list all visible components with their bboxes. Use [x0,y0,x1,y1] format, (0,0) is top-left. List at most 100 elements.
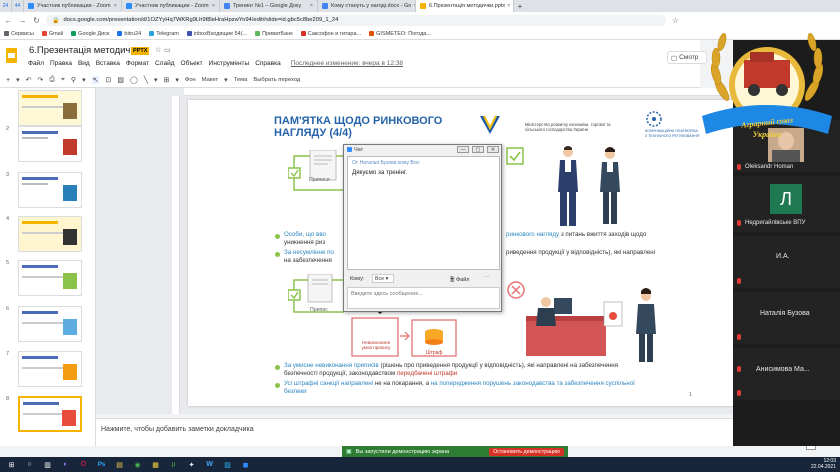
slide-thumbnail[interactable] [18,126,82,162]
comment-icon[interactable]: ⊞ [164,76,170,84]
star-icon[interactable]: ☆ [155,46,161,54]
slide-thumbnail[interactable] [18,306,82,342]
bookmark-item[interactable]: bitru24 [117,31,141,37]
forward-icon[interactable]: → [18,16,27,25]
minimize-button[interactable]: — [457,146,469,153]
bookmark-item[interactable]: GISMETEO: Погода... [369,31,431,37]
dropdown-arrow-icon[interactable]: ▾ [154,76,158,84]
dropdown-arrow-icon[interactable]: ▾ [175,76,179,84]
chrome-icon[interactable]: ◉ [130,459,145,471]
explorer-icon[interactable]: ▤ [112,459,127,471]
move-folder-icon[interactable]: ▭ [164,46,171,54]
participant-tile[interactable] [733,236,840,288]
add-slide-icon[interactable]: + [6,77,10,84]
url-field[interactable]: 🔒 docs.google.com/presentation/d/1OZYyHq7… [46,14,666,26]
photoshop-icon[interactable]: Ps [94,459,109,471]
menu-insert[interactable]: Вставка [96,60,120,67]
redo-icon[interactable]: ↷ [37,76,43,84]
bookmark-item[interactable]: Google Диск [71,31,109,37]
chat-more-button[interactable]: ··· [484,274,490,280]
select-cursor-icon[interactable]: ↖ [91,76,100,84]
close-icon[interactable]: × [210,3,215,9]
paint-format-icon[interactable]: ⌖ [61,76,65,84]
browser-tab-zoom[interactable]: Участник публикации - Zoom × [122,0,220,12]
menu-object[interactable]: Объект [181,60,203,67]
search-icon[interactable]: ○ [22,459,37,471]
participant-tile[interactable] [733,348,840,400]
browser-tab-docs[interactable]: Кому стануть у нагоді.docx - Go× [318,0,416,12]
paragraph-2-end[interactable]: риведення продукції у відповідність), як… [506,249,706,257]
menu-help[interactable]: Справка [255,60,281,67]
layout-button[interactable]: Макет [202,77,218,83]
menu-slide[interactable]: Слайд [155,60,175,67]
chat-message-input[interactable]: Введите здесь сообщение... [347,287,500,309]
print-icon[interactable]: ⎙ [49,76,55,84]
textbox-icon[interactable]: ⊡ [105,76,111,84]
zoom-icon[interactable]: ◼ [238,459,253,471]
undo-icon[interactable]: ↶ [26,76,32,84]
close-button[interactable]: ✕ [487,146,499,153]
files-icon[interactable]: ▦ [148,459,163,471]
tab-counter[interactable]: 24 [0,0,12,12]
close-icon[interactable]: × [308,3,313,9]
system-clock[interactable]: 12:03 22.04.2021 [811,458,836,470]
slide-thumbnail[interactable] [18,260,82,296]
windows-start-icon[interactable]: ⊞ [4,459,19,471]
bookmark-item[interactable]: ПриватБанк [255,31,293,37]
close-icon[interactable]: × [505,3,510,9]
utorrent-icon[interactable]: µ [166,459,181,471]
new-tab-button[interactable]: + [514,0,526,12]
tab-counter[interactable]: 44 [12,0,24,12]
star-icon[interactable]: ☆ [671,16,680,25]
line-icon[interactable]: ╲ [144,76,148,84]
zoom-icon[interactable]: ⚲ [71,76,76,84]
browser-tab-slides[interactable]: 6.Презентація методички.pptx × [416,0,514,12]
menu-format[interactable]: Формат [126,60,149,67]
photos-icon[interactable]: ▨ [220,459,235,471]
chat-recipient-select[interactable]: Все ▾ [372,274,394,283]
paragraph-3[interactable]: За умисне невиконання приписів (рішень п… [284,362,694,378]
participant-tile[interactable] [733,292,840,344]
word-icon[interactable]: W [202,459,217,471]
slide-thumbnail-selected[interactable] [18,396,82,432]
transition-button[interactable]: Выбрать переход [253,77,300,83]
image-icon[interactable]: ▨ [117,76,124,84]
browser-tab-zoom[interactable]: Участник публикации - Zoom × [24,0,122,12]
last-edit-link[interactable]: Последнее изменение: вчера в 12:38 [291,60,403,67]
bookmark-item[interactable]: Gmail [41,31,63,37]
slides-logo-icon[interactable] [6,48,17,63]
dropdown-arrow-icon[interactable]: ▾ [82,76,86,84]
bookmark-item[interactable]: Telegram [149,31,179,37]
bookmark-item[interactable]: Сервисы [4,31,34,37]
document-title[interactable]: 6.Презентація методички [29,45,140,56]
horizontal-ruler[interactable] [184,88,738,96]
menu-file[interactable]: Файл [28,60,44,67]
bookmark-item[interactable]: Саксофон и гитара... [300,31,361,37]
app-icon[interactable]: ✦ [184,459,199,471]
dropdown-arrow-icon[interactable]: ▾ [16,76,20,84]
maximize-button[interactable]: ▢ [472,146,484,153]
slide-thumbnail[interactable] [18,351,82,387]
theme-button[interactable]: Тема [234,77,248,83]
vertical-ruler[interactable] [172,96,180,414]
task-view-icon[interactable]: ▥ [40,459,55,471]
bookmark-item[interactable]: inboxВходящие 54(... [186,31,247,37]
paragraph-1-end[interactable]: ринкового нагляду з питань вжиття заході… [506,231,706,239]
zoom-chat-window[interactable]: Чат — ▢ ✕ От Наталья Бузова кому Все: Дя… [343,144,502,312]
slide-thumbnail[interactable] [18,216,82,252]
menu-edit[interactable]: Правка [50,60,72,67]
paragraph-4[interactable]: Усі штрафні санкції направлені не на пок… [284,380,694,396]
dropdown-arrow-icon[interactable]: ▾ [224,76,228,84]
slide-thumbnail[interactable] [18,172,82,208]
menu-tools[interactable]: Инструменты [209,60,250,67]
opera-icon[interactable]: O [76,459,91,471]
slide-thumbnail[interactable] [18,90,82,126]
close-icon[interactable]: × [112,3,117,9]
background-button[interactable]: Фон [185,77,196,83]
stop-share-button[interactable]: Остановить демонстрацию [489,447,564,456]
menu-view[interactable]: Вид [78,60,90,67]
viber-icon[interactable]: ◐ [58,459,73,471]
shape-icon[interactable]: ◯ [130,76,138,84]
browser-tab-docs[interactable]: Тренинг №1 – Google Доку × [220,0,318,12]
chat-messages[interactable]: От Наталья Бузова кому Все: Дякуємо за т… [347,156,500,270]
